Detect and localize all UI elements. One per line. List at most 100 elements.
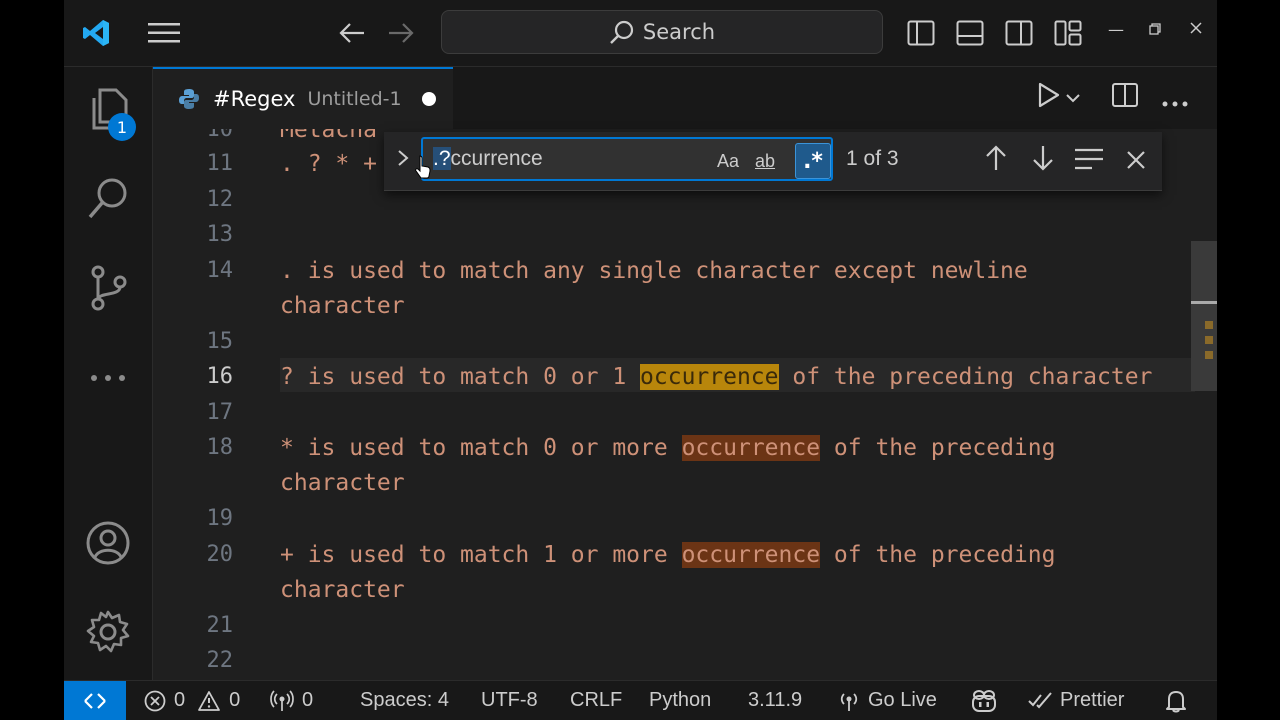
activity-bar: 1 bbox=[64, 67, 153, 680]
code-line-wrap: character bbox=[280, 470, 405, 496]
minimize-icon[interactable]: — bbox=[1108, 20, 1124, 39]
unsaved-dot-icon[interactable] bbox=[421, 92, 436, 106]
previous-match-arrow-up-icon[interactable] bbox=[984, 144, 1008, 176]
restore-icon[interactable] bbox=[1149, 20, 1161, 39]
warning-count: 0 bbox=[229, 689, 241, 711]
more-icon[interactable] bbox=[84, 354, 132, 402]
code-line-wrap: character bbox=[280, 577, 405, 603]
toggle-primary-sidebar-icon[interactable] bbox=[903, 16, 939, 50]
command-center-search[interactable]: Search bbox=[441, 10, 883, 54]
scrollbar-match-marker bbox=[1205, 321, 1213, 329]
encoding-status[interactable]: UTF-8 bbox=[481, 689, 538, 712]
find-in-selection-icon[interactable] bbox=[1074, 148, 1104, 174]
error-icon bbox=[144, 690, 166, 711]
toggle-secondary-sidebar-icon[interactable] bbox=[1001, 16, 1037, 50]
next-match-arrow-down-icon[interactable] bbox=[1031, 144, 1055, 176]
back-arrow-icon[interactable] bbox=[334, 16, 370, 50]
run-python-icon[interactable] bbox=[1037, 81, 1061, 113]
find-match: occurrence bbox=[681, 435, 821, 461]
manage-gear-icon[interactable] bbox=[84, 608, 132, 656]
notifications-bell-icon[interactable] bbox=[1164, 689, 1188, 713]
vertical-scrollbar[interactable] bbox=[1191, 241, 1217, 391]
line-number: 12 bbox=[206, 187, 234, 212]
line-number: 21 bbox=[206, 613, 234, 638]
find-widget: .?ccurrence Aa ab .* 1 of 3 bbox=[384, 132, 1162, 191]
prettier-status[interactable]: Prettier bbox=[1028, 689, 1124, 712]
go-live-label: Go Live bbox=[868, 689, 937, 711]
code-line-wrap: character bbox=[280, 293, 405, 319]
broadcast-icon bbox=[270, 689, 294, 711]
vscode-logo-icon bbox=[78, 16, 114, 50]
code-editor[interactable]: 10 Metacha 11 . ? * + 12 13 14 . is used… bbox=[153, 129, 1217, 680]
forward-arrow-icon[interactable] bbox=[383, 16, 419, 50]
code-line: + is used to match 1 or more occurrence … bbox=[280, 542, 1055, 568]
double-check-icon bbox=[1028, 691, 1052, 708]
split-editor-icon[interactable] bbox=[1111, 81, 1139, 113]
line-number: 19 bbox=[206, 506, 234, 531]
copilot-icon[interactable] bbox=[970, 689, 998, 713]
code-text: * is used to match 0 or more bbox=[280, 435, 682, 461]
tab-filename: Untitled-1 bbox=[307, 88, 402, 110]
code-text: of the preceding bbox=[820, 542, 1056, 568]
search-icon bbox=[610, 20, 634, 44]
editor-tab-regex[interactable]: #Regex Untitled-1 bbox=[153, 67, 453, 129]
vscode-window: Search — 1 #Regex Untitled-1 10 Metacha … bbox=[64, 0, 1217, 720]
title-bar: Search — bbox=[64, 0, 1217, 67]
explorer-badge: 1 bbox=[108, 113, 136, 141]
mouse-pointer-icon bbox=[415, 155, 431, 183]
tab-title: #Regex bbox=[213, 87, 296, 111]
code-line: Metacha bbox=[280, 129, 377, 143]
chevron-down-icon[interactable] bbox=[1065, 89, 1081, 108]
remote-indicator-icon[interactable] bbox=[64, 681, 126, 720]
editor-tab-bar: #Regex Untitled-1 bbox=[153, 67, 1217, 129]
code-line-active: ? is used to match 0 or 1 occurrence of … bbox=[280, 364, 1152, 390]
code-text: + is used to match 1 or more bbox=[280, 542, 682, 568]
language-mode-status[interactable]: Python bbox=[649, 689, 711, 712]
match-case-button[interactable]: Aa bbox=[717, 146, 739, 176]
prettier-label: Prettier bbox=[1060, 689, 1125, 711]
find-query-selection: .? bbox=[433, 147, 451, 170]
code-line: * is used to match 0 or more occurrence … bbox=[280, 435, 1055, 461]
go-live-button[interactable]: Go Live bbox=[838, 689, 937, 712]
indentation-status[interactable]: Spaces: 4 bbox=[360, 689, 449, 712]
toggle-panel-icon[interactable] bbox=[952, 16, 988, 50]
more-actions-icon[interactable] bbox=[1161, 93, 1189, 112]
customize-layout-icon[interactable] bbox=[1050, 16, 1086, 50]
status-bar: 0 0 0 Spaces: 4 UTF-8 CRLF Python 3.11.9… bbox=[64, 680, 1217, 720]
problems-indicator[interactable]: 0 0 bbox=[144, 689, 240, 712]
scrollbar-cursor-marker bbox=[1191, 301, 1217, 304]
match-count: 1 of 3 bbox=[846, 147, 899, 170]
scrollbar-match-marker bbox=[1205, 336, 1213, 344]
toggle-replace-chevron-icon[interactable] bbox=[396, 148, 410, 173]
line-number: 10 bbox=[206, 129, 234, 142]
python-icon bbox=[179, 89, 199, 109]
line-number: 11 bbox=[206, 151, 234, 176]
line-number: 14 bbox=[206, 258, 234, 283]
line-number: 13 bbox=[206, 222, 234, 247]
line-number: 18 bbox=[206, 435, 234, 460]
accounts-icon[interactable] bbox=[84, 519, 132, 567]
find-query-rest: ccurrence bbox=[450, 147, 543, 170]
search-icon[interactable] bbox=[84, 174, 132, 222]
code-text: ? is used to match 0 or 1 bbox=[280, 364, 641, 390]
code-text: of the preceding character bbox=[778, 364, 1153, 390]
eol-status[interactable]: CRLF bbox=[570, 689, 622, 712]
code-text: of the preceding bbox=[820, 435, 1056, 461]
find-input[interactable]: .?ccurrence Aa ab .* bbox=[421, 137, 833, 181]
find-query: .?ccurrence bbox=[433, 147, 543, 171]
hamburger-menu-icon[interactable] bbox=[146, 16, 182, 50]
code-line: . ? * + bbox=[280, 151, 377, 177]
match-whole-word-button[interactable]: ab bbox=[755, 146, 775, 176]
broadcast-icon bbox=[840, 692, 858, 711]
line-number-active: 16 bbox=[206, 364, 234, 389]
close-find-icon[interactable] bbox=[1126, 150, 1146, 174]
search-placeholder: Search bbox=[642, 20, 716, 44]
use-regex-button[interactable]: .* bbox=[795, 143, 831, 179]
ports-indicator[interactable]: 0 bbox=[270, 689, 313, 712]
warning-icon bbox=[198, 690, 221, 711]
python-version-status[interactable]: 3.11.9 bbox=[748, 689, 802, 712]
line-number: 17 bbox=[206, 400, 234, 425]
error-count: 0 bbox=[174, 689, 186, 711]
source-control-icon[interactable] bbox=[84, 264, 132, 312]
close-icon[interactable] bbox=[1189, 20, 1203, 39]
